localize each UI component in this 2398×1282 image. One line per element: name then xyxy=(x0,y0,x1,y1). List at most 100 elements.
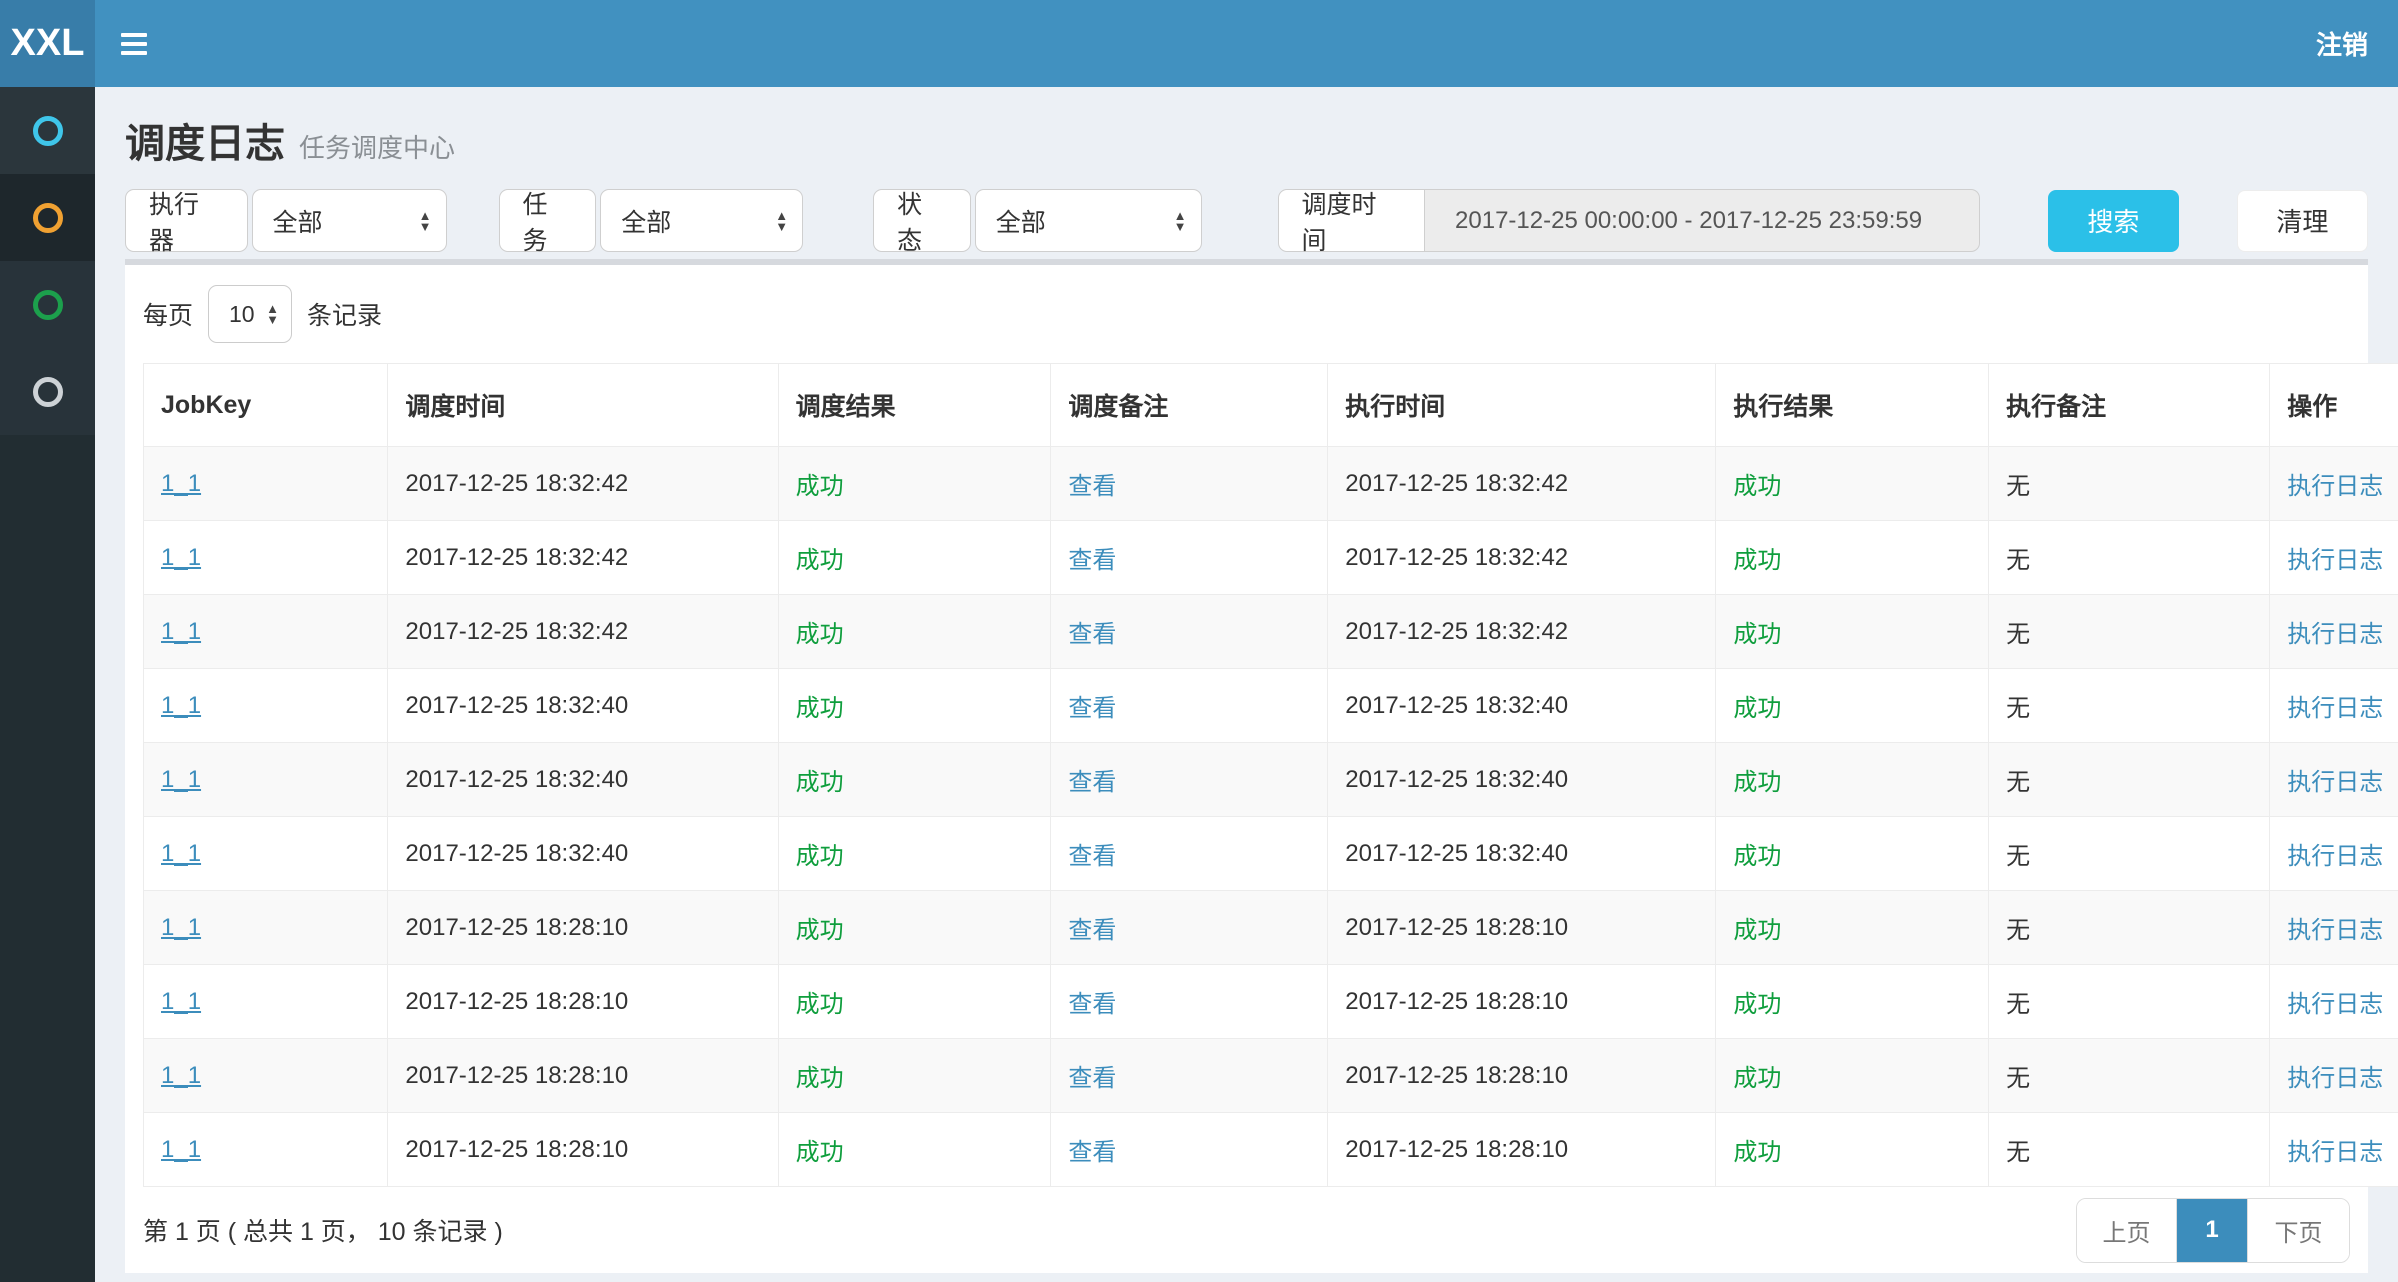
logout-link[interactable]: 注销 xyxy=(2316,25,2368,62)
table-cell: 1_1 xyxy=(144,1039,388,1113)
table-cell: 成功 xyxy=(778,817,1051,891)
select-arrows-icon: ▲▼ xyxy=(419,210,432,232)
table-cell: 2017-12-25 18:32:42 xyxy=(1328,521,1716,595)
execution-log-link[interactable]: 执行日志 xyxy=(2287,769,2383,796)
pagination: 上页 1 下页 xyxy=(2076,1198,2350,1263)
time-filter-label: 调度时间 xyxy=(1278,189,1425,252)
result-status-text: 成功 xyxy=(1733,621,1781,648)
result-status-text: 成功 xyxy=(796,769,844,796)
execution-log-link[interactable]: 执行日志 xyxy=(2287,843,2383,870)
view-trigger-msg-link[interactable]: 查看 xyxy=(1068,1139,1116,1166)
jobkey-link[interactable]: 1_1 xyxy=(161,766,201,793)
table-cell: 执行日志 xyxy=(2270,891,2398,965)
execution-log-link[interactable]: 执行日志 xyxy=(2287,547,2383,574)
jobkey-link[interactable]: 1_1 xyxy=(161,1136,201,1163)
view-trigger-msg-link[interactable]: 查看 xyxy=(1068,991,1116,1018)
executor-filter-select[interactable]: 全部 ▲▼ xyxy=(252,189,447,252)
table-cell: 2017-12-25 18:28:10 xyxy=(388,1113,778,1187)
jobkey-link[interactable]: 1_1 xyxy=(161,840,201,867)
sidebar-item-3[interactable] xyxy=(0,261,95,348)
view-trigger-msg-link[interactable]: 查看 xyxy=(1068,621,1116,648)
jobkey-link[interactable]: 1_1 xyxy=(161,988,201,1015)
table-cell: 无 xyxy=(1989,1039,2270,1113)
table-row: 1_12017-12-25 18:28:10成功查看2017-12-25 18:… xyxy=(144,891,2398,965)
execution-log-link[interactable]: 执行日志 xyxy=(2287,695,2383,722)
content-area: 调度日志 任务调度中心 执行器 全部 ▲▼ 任务 全部 ▲▼ 状态 全部 ▲▼ xyxy=(95,87,2398,1273)
column-header-8: 操作 xyxy=(2270,364,2398,447)
table-cell: 查看 xyxy=(1051,1039,1328,1113)
view-trigger-msg-link[interactable]: 查看 xyxy=(1068,917,1116,944)
prev-page-button[interactable]: 上页 xyxy=(2077,1199,2177,1262)
table-cell: 无 xyxy=(1989,1113,2270,1187)
execution-log-link[interactable]: 执行日志 xyxy=(2287,473,2383,500)
per-page-select[interactable]: 10 ▲▼ xyxy=(208,285,292,343)
view-trigger-msg-link[interactable]: 查看 xyxy=(1068,547,1116,574)
cell-text: 2017-12-25 18:32:40 xyxy=(405,692,628,719)
execution-log-link[interactable]: 执行日志 xyxy=(2287,991,2383,1018)
execution-log-link[interactable]: 执行日志 xyxy=(2287,917,2383,944)
status-filter-select[interactable]: 全部 ▲▼ xyxy=(975,189,1202,252)
table-cell: 成功 xyxy=(1716,743,1989,817)
table-cell: 成功 xyxy=(778,669,1051,743)
view-trigger-msg-link[interactable]: 查看 xyxy=(1068,843,1116,870)
execution-log-link[interactable]: 执行日志 xyxy=(2287,621,2383,648)
column-header-5: 执行时间 xyxy=(1328,364,1716,447)
sidebar-toggle-hamburger-icon[interactable] xyxy=(121,33,147,55)
jobkey-link[interactable]: 1_1 xyxy=(161,1062,201,1089)
jobkey-link[interactable]: 1_1 xyxy=(161,692,201,719)
status-filter-value: 全部 xyxy=(996,203,1046,239)
execution-log-link[interactable]: 执行日志 xyxy=(2287,1139,2383,1166)
view-trigger-msg-link[interactable]: 查看 xyxy=(1068,1065,1116,1092)
search-button[interactable]: 搜索 xyxy=(2048,190,2178,252)
job-filter-select[interactable]: 全部 ▲▼ xyxy=(600,189,803,252)
table-cell: 成功 xyxy=(778,521,1051,595)
cell-text: 2017-12-25 18:32:40 xyxy=(1345,766,1568,793)
sidebar-item-1[interactable] xyxy=(0,87,95,174)
table-cell: 无 xyxy=(1989,817,2270,891)
table-row: 1_12017-12-25 18:32:42成功查看2017-12-25 18:… xyxy=(144,447,2398,521)
jobkey-link[interactable]: 1_1 xyxy=(161,544,201,571)
cell-text: 2017-12-25 18:28:10 xyxy=(405,1136,628,1163)
sidebar-item-2-active[interactable] xyxy=(0,174,95,261)
cell-text: 2017-12-25 18:32:40 xyxy=(1345,840,1568,867)
table-footer: 第 1 页 ( 总共 1 页， 10 条记录 ) 上页 1 下页 xyxy=(143,1187,2350,1273)
table-cell: 成功 xyxy=(1716,595,1989,669)
table-cell: 无 xyxy=(1989,891,2270,965)
result-status-text: 成功 xyxy=(796,473,844,500)
table-cell: 2017-12-25 18:28:10 xyxy=(1328,965,1716,1039)
jobkey-link[interactable]: 1_1 xyxy=(161,914,201,941)
table-cell: 成功 xyxy=(1716,817,1989,891)
job-filter-label: 任务 xyxy=(499,189,597,252)
table-cell: 成功 xyxy=(778,891,1051,965)
table-cell: 执行日志 xyxy=(2270,1113,2398,1187)
current-page-button[interactable]: 1 xyxy=(2177,1199,2247,1262)
cell-text: 无 xyxy=(2006,621,2030,648)
clear-button[interactable]: 清理 xyxy=(2237,190,2368,252)
table-cell: 2017-12-25 18:32:40 xyxy=(1328,817,1716,891)
view-trigger-msg-link[interactable]: 查看 xyxy=(1068,695,1116,722)
result-status-text: 成功 xyxy=(796,621,844,648)
table-cell: 执行日志 xyxy=(2270,817,2398,891)
next-page-button[interactable]: 下页 xyxy=(2247,1199,2349,1262)
table-cell: 成功 xyxy=(778,743,1051,817)
view-trigger-msg-link[interactable]: 查看 xyxy=(1068,769,1116,796)
table-cell: 查看 xyxy=(1051,595,1328,669)
jobkey-link[interactable]: 1_1 xyxy=(161,618,201,645)
table-cell: 1_1 xyxy=(144,743,388,817)
cell-text: 2017-12-25 18:28:10 xyxy=(1345,1062,1568,1089)
cell-text: 2017-12-25 18:28:10 xyxy=(1345,914,1568,941)
table-cell: 2017-12-25 18:32:40 xyxy=(1328,743,1716,817)
cell-text: 2017-12-25 18:28:10 xyxy=(405,988,628,1015)
table-cell: 2017-12-25 18:32:40 xyxy=(388,743,778,817)
jobkey-link[interactable]: 1_1 xyxy=(161,470,201,497)
page-subtitle: 任务调度中心 xyxy=(299,128,455,165)
sidebar-item-4[interactable] xyxy=(0,348,95,435)
time-range-input[interactable]: 2017-12-25 00:00:00 - 2017-12-25 23:59:5… xyxy=(1425,189,1980,252)
per-page-prefix-label: 每页 xyxy=(143,296,193,332)
table-cell: 查看 xyxy=(1051,447,1328,521)
table-cell: 2017-12-25 18:28:10 xyxy=(1328,1113,1716,1187)
table-cell: 2017-12-25 18:28:10 xyxy=(388,965,778,1039)
table-cell: 1_1 xyxy=(144,521,388,595)
view-trigger-msg-link[interactable]: 查看 xyxy=(1068,473,1116,500)
execution-log-link[interactable]: 执行日志 xyxy=(2287,1065,2383,1092)
